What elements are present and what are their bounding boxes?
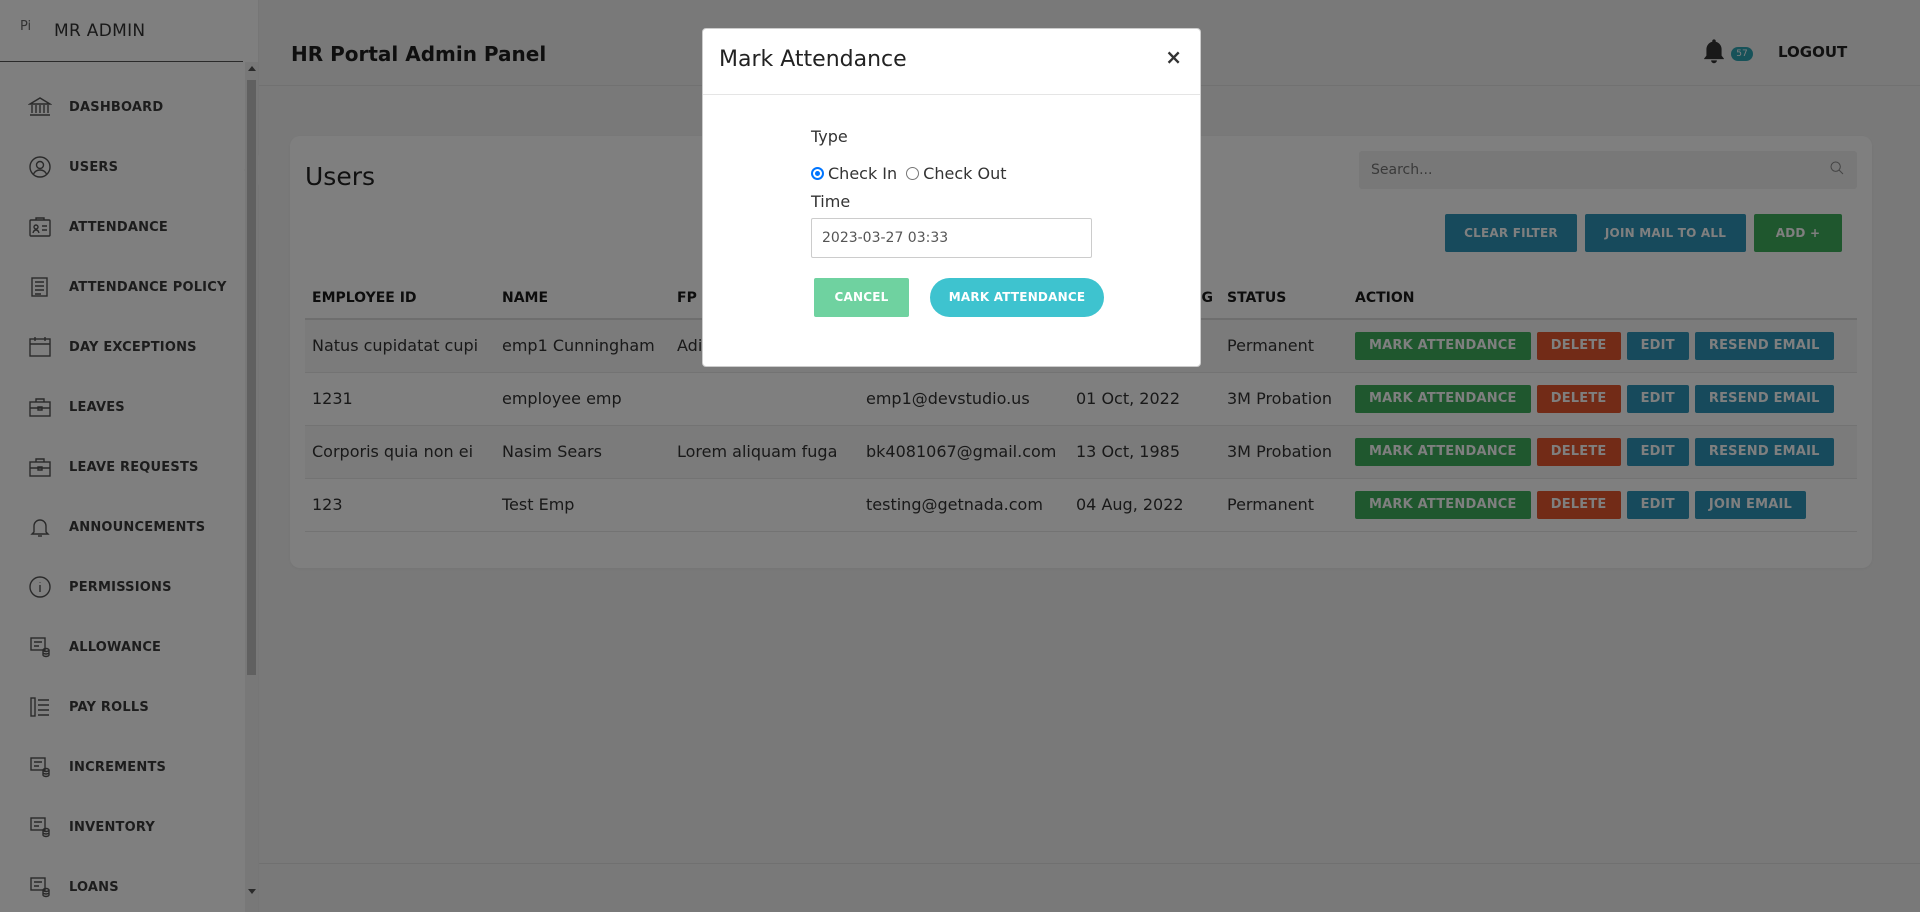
cancel-button[interactable]: CANCEL <box>814 278 909 317</box>
submit-mark-attendance-button[interactable]: MARK ATTENDANCE <box>930 278 1104 317</box>
type-radio-group: Check In Check Out <box>811 164 1015 183</box>
modal-header: Mark Attendance × <box>703 29 1200 95</box>
check-in-label[interactable]: Check In <box>828 164 897 183</box>
check-out-radio[interactable] <box>906 167 920 180</box>
modal-title: Mark Attendance <box>719 47 907 72</box>
type-label: Type <box>811 127 848 146</box>
time-input[interactable] <box>811 218 1092 258</box>
mark-attendance-modal: Mark Attendance × Type Check In Check Ou… <box>702 28 1201 367</box>
time-label: Time <box>811 192 851 211</box>
check-out-label[interactable]: Check Out <box>923 164 1006 183</box>
close-icon[interactable]: × <box>1165 45 1182 69</box>
check-in-radio[interactable] <box>811 167 824 180</box>
